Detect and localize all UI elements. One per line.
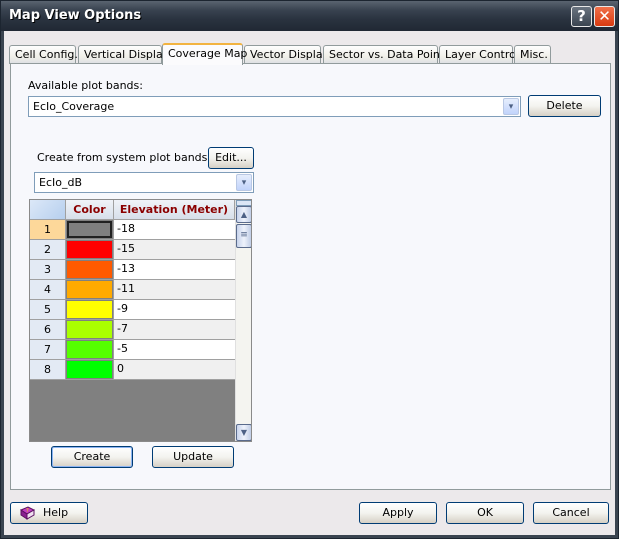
system-plot-bands-select[interactable]: EcIo_dB ▾ bbox=[34, 172, 254, 193]
available-plot-bands-value: EcIo_Coverage bbox=[33, 100, 115, 113]
help-label: Help bbox=[43, 506, 69, 519]
system-plot-bands-value: EcIo_dB bbox=[39, 176, 83, 189]
color-cell[interactable] bbox=[66, 260, 114, 280]
tab-cell-config[interactable]: Cell Config. bbox=[9, 45, 78, 64]
row-header[interactable]: 5 bbox=[30, 300, 66, 320]
chevron-down-icon[interactable]: ▾ bbox=[503, 98, 519, 115]
tab-coverage-map[interactable]: Coverage Map bbox=[162, 43, 247, 65]
elevation-cell[interactable]: -9 bbox=[114, 300, 235, 320]
elevation-cell[interactable]: -18 bbox=[114, 220, 235, 240]
row-header[interactable]: 8 bbox=[30, 360, 66, 380]
close-icon: ✕ bbox=[598, 7, 611, 25]
available-plot-bands-label: Available plot bands: bbox=[28, 79, 143, 92]
color-swatch bbox=[67, 281, 112, 298]
question-icon: ? bbox=[577, 7, 586, 25]
help-book-icon: ? bbox=[19, 506, 35, 520]
tab-vector-display[interactable]: Vector Display bbox=[244, 45, 329, 64]
ok-button[interactable]: OK bbox=[446, 502, 524, 524]
scroll-thumb[interactable]: ≡ bbox=[236, 224, 251, 248]
grip-icon: ≡ bbox=[240, 230, 248, 240]
row-header[interactable]: 6 bbox=[30, 320, 66, 340]
color-swatch bbox=[67, 241, 112, 258]
row-header[interactable]: 3 bbox=[30, 260, 66, 280]
color-cell[interactable] bbox=[66, 320, 114, 340]
row-header[interactable]: 4 bbox=[30, 280, 66, 300]
elevation-cell[interactable]: -11 bbox=[114, 280, 235, 300]
help-title-button[interactable]: ? bbox=[571, 6, 592, 27]
plot-band-grid: Color Elevation (Meter) 1 -18 2 -15 3 -13 4 -11… bbox=[29, 199, 252, 442]
close-button[interactable]: ✕ bbox=[594, 6, 615, 27]
row-header[interactable]: 7 bbox=[30, 340, 66, 360]
window-border-left bbox=[1, 31, 4, 538]
elevation-cell[interactable]: -13 bbox=[114, 260, 235, 280]
help-button[interactable]: ? Help bbox=[10, 502, 88, 524]
create-from-system-label: Create from system plot bands: bbox=[37, 151, 212, 164]
color-cell[interactable] bbox=[66, 360, 114, 380]
elevation-cell[interactable]: 0 bbox=[114, 360, 235, 380]
window-border-right bbox=[615, 31, 618, 538]
edit-button[interactable]: Edit... bbox=[208, 147, 254, 169]
create-button[interactable]: Create bbox=[51, 446, 133, 468]
color-swatch bbox=[67, 341, 112, 358]
elevation-cell[interactable]: -15 bbox=[114, 240, 235, 260]
elevation-cell[interactable]: -7 bbox=[114, 320, 235, 340]
color-cell[interactable] bbox=[66, 280, 114, 300]
select-all-corner[interactable] bbox=[30, 200, 66, 220]
svg-text:?: ? bbox=[26, 508, 29, 514]
delete-button[interactable]: Delete bbox=[528, 95, 601, 117]
scroll-down-button[interactable]: ▼ bbox=[236, 424, 251, 441]
title-bar[interactable]: Map View Options ? ✕ bbox=[1, 1, 618, 31]
color-swatch bbox=[67, 321, 112, 338]
color-cell[interactable] bbox=[66, 300, 114, 320]
color-swatch bbox=[67, 361, 112, 378]
arrow-up-icon: ▲ bbox=[240, 210, 248, 219]
window-title: Map View Options bbox=[9, 8, 142, 23]
arrow-down-icon: ▼ bbox=[240, 428, 248, 437]
color-cell[interactable] bbox=[66, 240, 114, 260]
color-swatch bbox=[67, 301, 112, 318]
color-cell[interactable] bbox=[66, 340, 114, 360]
row-header[interactable]: 2 bbox=[30, 240, 66, 260]
tab-vertical-display[interactable]: Vertical Display bbox=[78, 45, 169, 64]
column-header-color[interactable]: Color bbox=[66, 200, 114, 220]
chevron-down-icon[interactable]: ▾ bbox=[236, 174, 252, 191]
update-button[interactable]: Update bbox=[152, 446, 234, 468]
map-view-options-dialog: Map View Options ? ✕ Cell Config. Vertic… bbox=[0, 0, 619, 539]
available-plot-bands-select[interactable]: EcIo_Coverage ▾ bbox=[28, 96, 521, 117]
elevation-cell[interactable]: -5 bbox=[114, 340, 235, 360]
tab-layer-control[interactable]: Layer Control bbox=[439, 45, 519, 64]
cancel-button[interactable]: Cancel bbox=[533, 502, 609, 524]
tab-misc[interactable]: Misc. bbox=[514, 45, 551, 64]
grid-vertical-scrollbar[interactable]: ▲ ≡ ▼ bbox=[235, 200, 251, 441]
color-swatch bbox=[67, 261, 112, 278]
color-swatch bbox=[67, 221, 112, 238]
tab-sector-vs-data-point[interactable]: Sector vs. Data Point bbox=[323, 45, 444, 64]
color-cell[interactable] bbox=[66, 220, 114, 240]
scroll-up-button[interactable]: ▲ bbox=[236, 206, 251, 223]
column-header-elevation[interactable]: Elevation (Meter) bbox=[114, 200, 235, 220]
window-border-bottom bbox=[1, 535, 618, 538]
apply-button[interactable]: Apply bbox=[359, 502, 437, 524]
row-header[interactable]: 1 bbox=[30, 220, 66, 240]
